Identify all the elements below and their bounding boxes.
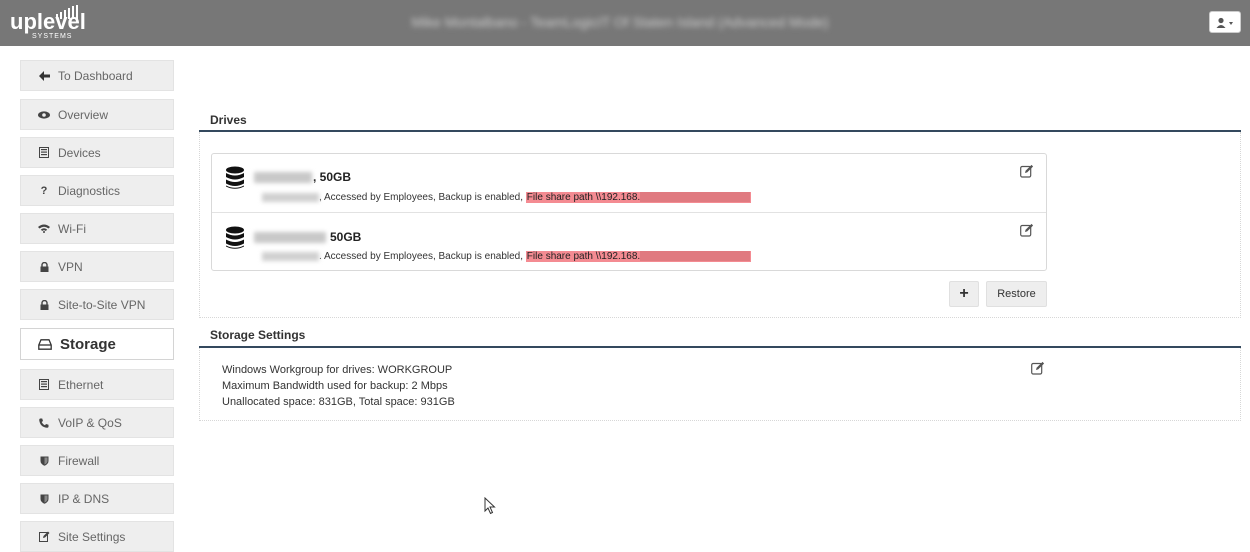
sidebar-item-label: To Dashboard	[58, 68, 133, 83]
plus-icon: +	[959, 285, 969, 302]
sidebar-item-label: Storage	[60, 335, 116, 353]
sidebar-item-label: Overview	[58, 107, 109, 122]
database-icon	[226, 166, 244, 189]
sidebar-item-ethernet[interactable]: Ethernet	[20, 369, 174, 400]
drive-access-text: , Accessed by Employees, Backup is enabl…	[319, 192, 524, 203]
sidebar-item-label: Site Settings	[58, 529, 126, 544]
edit-icon[interactable]	[1031, 361, 1045, 375]
sidebar-item-ip-dns[interactable]: IP & DNS	[20, 483, 174, 514]
drive-access-text: . Accessed by Employees, Backup is enabl…	[319, 251, 524, 262]
phone-icon	[38, 418, 50, 428]
sidebar-item-label: Diagnostics	[58, 183, 121, 198]
sidebar-item-site-to-site-vpn[interactable]: Site-to-Site VPN	[20, 289, 174, 320]
hdd-icon	[38, 338, 52, 350]
restore-button[interactable]: Restore	[986, 281, 1047, 307]
sidebar-item-overview[interactable]: Overview	[20, 99, 174, 130]
sidebar-item-dashboard[interactable]: To Dashboard	[20, 60, 174, 91]
list-item[interactable]: , 50GB , Accessed by Employees, Backup i…	[212, 154, 1046, 212]
uplevel-logo[interactable]: uplevel SYSTEMS	[10, 5, 90, 41]
sidebar-item-label: Devices	[58, 145, 101, 160]
sidebar-item-label: Site-to-Site VPN	[58, 297, 146, 312]
add-drive-button[interactable]: +	[949, 281, 979, 307]
drive-name: , 50GB	[254, 170, 351, 184]
sidebar-item-wifi[interactable]: Wi-Fi	[20, 213, 174, 244]
drive-list: , 50GB , Accessed by Employees, Backup i…	[211, 153, 1047, 271]
logo-subtext: SYSTEMS	[32, 33, 73, 40]
storage-settings-details: Windows Workgroup for drives: WORKGROUP …	[222, 362, 455, 410]
shield-icon	[38, 456, 50, 466]
lock-icon	[38, 261, 50, 272]
sidebar-item-vpn[interactable]: VPN	[20, 251, 174, 282]
shield-icon	[38, 494, 50, 504]
edit-icon	[38, 531, 50, 542]
ethernet-icon	[38, 379, 50, 390]
sidebar-item-label: Wi-Fi	[58, 221, 86, 236]
lock-icon	[38, 299, 50, 310]
file-share-path: File share path \\192.168.	[525, 192, 752, 203]
file-share-path-text: File share path \\192.168.	[526, 192, 641, 203]
sidebar-item-diagnostics[interactable]: ? Diagnostics	[20, 175, 174, 206]
space-text: Unallocated space: 831GB, Total space: 9…	[222, 396, 455, 408]
sidebar-item-label: Ethernet	[58, 377, 104, 392]
storage-settings-title: Storage Settings	[210, 328, 306, 342]
database-icon	[226, 226, 244, 249]
sidebar-item-firewall[interactable]: Firewall	[20, 445, 174, 476]
caret-down-icon	[1229, 22, 1233, 25]
sidebar-item-voip-qos[interactable]: VoIP & QoS	[20, 407, 174, 438]
drive-name: 50GB	[254, 230, 361, 244]
list-item[interactable]: 50GB . Accessed by Employees, Backup is …	[212, 212, 1046, 270]
drives-section-title: Drives	[210, 113, 247, 127]
drive-size: , 50GB	[313, 170, 352, 184]
redacted-text	[640, 192, 751, 203]
user-menu-button[interactable]	[1209, 11, 1241, 33]
eye-icon	[38, 110, 50, 119]
redacted-text	[262, 192, 319, 202]
top-bar: uplevel SYSTEMS Mike Montalbano - TeamLo…	[0, 0, 1250, 46]
redacted-text	[254, 172, 312, 184]
sidebar-item-label: Firewall	[58, 453, 100, 468]
bandwidth-text: Maximum Bandwidth used for backup: 2 Mbp…	[222, 380, 448, 392]
sidebar-item-label: VPN	[58, 259, 83, 274]
sidebar-item-devices[interactable]: Devices	[20, 137, 174, 168]
redacted-text	[640, 251, 751, 262]
question-icon: ?	[40, 184, 48, 197]
sidebar-item-storage[interactable]: Storage	[20, 328, 174, 360]
sidebar-item-label: VoIP & QoS	[58, 415, 122, 430]
file-share-path-text: File share path \\192.168.	[526, 251, 641, 262]
page-title: Mike Montalbano - TeamLogicIT Of Staten …	[411, 14, 829, 30]
workgroup-text: Windows Workgroup for drives: WORKGROUP	[222, 364, 453, 376]
drive-size: 50GB	[330, 230, 362, 244]
drive-description: . Accessed by Employees, Backup is enabl…	[262, 251, 752, 262]
redacted-text	[254, 232, 326, 244]
edit-icon[interactable]	[1020, 164, 1034, 178]
drive-description: , Accessed by Employees, Backup is enabl…	[262, 192, 752, 203]
file-share-path: File share path \\192.168.	[525, 251, 752, 262]
sidebar-item-label: IP & DNS	[58, 491, 110, 506]
arrow-left-icon	[38, 70, 50, 81]
wifi-icon	[38, 224, 50, 233]
edit-icon[interactable]	[1020, 223, 1034, 237]
sidebar-item-site-settings[interactable]: Site Settings	[20, 521, 174, 552]
logo-text: uplevel	[10, 9, 86, 34]
mouse-cursor-icon	[484, 497, 496, 515]
user-icon	[1216, 17, 1233, 28]
redacted-text	[262, 251, 319, 261]
devices-icon	[38, 147, 50, 158]
